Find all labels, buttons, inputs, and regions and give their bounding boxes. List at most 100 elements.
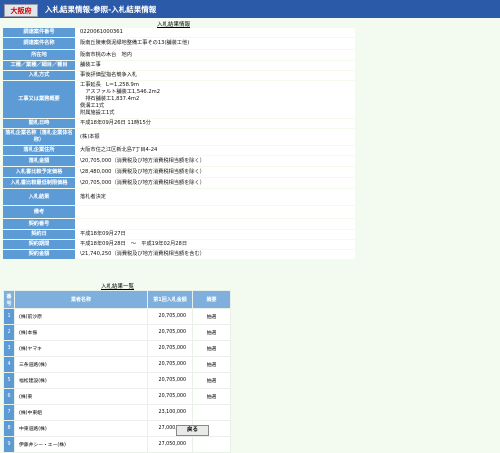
result-row: 4 三条道路(株) 20,705,000 抽選 xyxy=(3,356,231,373)
result-number: 1 xyxy=(3,308,15,325)
info-value: 舗装工事 xyxy=(75,61,355,71)
info-row: 所在地 阪南市桃の木台 地内 xyxy=(3,50,355,61)
info-row: 工種／業種／細目／種目 舗装工事 xyxy=(3,61,355,71)
info-row: 契約日 平成18年09月27日 xyxy=(3,230,355,240)
result-summary: 抽選 xyxy=(192,372,231,389)
result-number: 4 xyxy=(3,356,15,373)
info-row: 工事又は業務概要 工事延長 L＝1,258.9m アスファルト舗装工1,546.2… xyxy=(3,81,355,119)
info-label: 工種／業種／細目／種目 xyxy=(3,61,75,71)
result-bid-amount: 20,705,000 xyxy=(147,388,193,405)
info-value xyxy=(75,219,355,230)
info-label: 契約日 xyxy=(3,230,75,240)
result-summary xyxy=(192,404,231,421)
info-value: 阪南丘陵東側泥緑地整備工事その13(舗装工他) xyxy=(75,38,355,50)
info-row: 落札企業住所 大阪市住之江区新北島7丁目4-24 xyxy=(3,146,355,156)
info-value: 事後評価型指名競争入札 xyxy=(75,71,355,81)
info-row: 入札書比較最低制限価格 \20,705,000（消費税及び地方消費税相当額を除く） xyxy=(3,178,355,189)
info-value: (株)本振 xyxy=(75,129,355,146)
info-value: 0220061000361 xyxy=(75,28,355,38)
result-company-name: (株)ヤマキ xyxy=(14,340,148,357)
info-value: 平成18年09月27日 xyxy=(75,230,355,240)
result-row: 3 (株)ヤマキ 20,705,000 抽選 xyxy=(3,340,231,357)
result-company-name: (株)前沙原 xyxy=(14,308,148,325)
info-row: 落札企業名称（落札企業体名称） (株)本振 xyxy=(3,129,355,146)
result-company-name: (株)中東組 xyxy=(14,404,148,421)
result-number: 9 xyxy=(3,436,15,453)
info-label: 落札企業住所 xyxy=(3,146,75,156)
info-value: 大阪市住之江区新北島7丁目4-24 xyxy=(75,146,355,156)
result-summary: 抽選 xyxy=(192,324,231,341)
result-company-name: (株)本振 xyxy=(14,324,148,341)
info-value: 工事延長 L＝1,258.9m アスファルト舗装工1,546.2m2 排石舗装工… xyxy=(75,81,355,119)
info-row: 落札金額 \20,705,000（消費税及び地方消費税相当額を除く） xyxy=(3,156,355,167)
result-summary: 抽選 xyxy=(192,388,231,405)
info-value: \20,705,000（消費税及び地方消費税相当額を除く） xyxy=(75,178,355,189)
info-row: 入札方式 事後評価型指名競争入札 xyxy=(3,71,355,81)
result-row: 2 (株)本振 20,705,000 抽選 xyxy=(3,324,231,341)
result-summary: 抽選 xyxy=(192,340,231,357)
info-label: 工事又は業務概要 xyxy=(3,81,75,119)
info-value: \28,480,000（消費税及び地方消費税相当額を除く） xyxy=(75,167,355,178)
info-value: 平成18年09月26日 11時15分 xyxy=(75,119,355,129)
info-label: 入札書比較予定価格 xyxy=(3,167,75,178)
info-label: 調達案件名称 xyxy=(3,38,75,50)
result-company-name: 中東道路(株) xyxy=(14,420,148,437)
prefecture-badge: 大阪府 xyxy=(4,4,38,17)
info-row: 調達案件名称 阪南丘陵東側泥緑地整備工事その13(舗装工他) xyxy=(3,38,355,50)
info-label: 入札書比較最低制限価格 xyxy=(3,178,75,189)
info-label: 入札方式 xyxy=(3,71,75,81)
info-table: 調達案件番号 0220061000361 調達案件名称 阪南丘陵東側泥緑地整備工事その… xyxy=(3,27,355,260)
info-value: \20,705,000（消費税及び地方消費税相当額を除く） xyxy=(75,156,355,167)
info-value: 平成18年09月28日 ～ 平成19年02月28日 xyxy=(75,240,355,250)
info-label: 落札企業名称（落札企業体名称） xyxy=(3,129,75,146)
result-bid-amount: 23,100,000 xyxy=(147,404,193,421)
result-row: 1 (株)前沙原 20,705,000 抽選 xyxy=(3,308,231,325)
info-row: 契約番号 xyxy=(3,219,355,230)
info-label: 開札日時 xyxy=(3,119,75,129)
result-company-name: 三条道路(株) xyxy=(14,356,148,373)
result-summary: 抽選 xyxy=(192,356,231,373)
header-first-bid-amount: 第1回入札金額 xyxy=(147,290,193,309)
header-summary: 摘要 xyxy=(192,290,231,309)
result-number: 7 xyxy=(3,404,15,421)
info-row: 入札書比較予定価格 \28,480,000（消費税及び地方消費税相当額を除く） xyxy=(3,167,355,178)
result-number: 6 xyxy=(3,388,15,405)
result-row: 6 (株)東 20,705,000 抽選 xyxy=(3,388,231,405)
header-number: 番号 xyxy=(3,290,15,309)
info-row: 開札日時 平成18年09月26日 11時15分 xyxy=(3,119,355,129)
header-bar: 大阪府 入札結果情報-参照-入札結果情報 xyxy=(0,0,500,18)
info-value: \21,740,250（消費税及び地方消費税相当額を含む） xyxy=(75,250,355,260)
info-label: 落札金額 xyxy=(3,156,75,167)
result-summary xyxy=(192,436,231,453)
back-button[interactable]: 戻る xyxy=(176,425,209,436)
result-bid-amount: 20,705,000 xyxy=(147,340,193,357)
info-label: 契約金額 xyxy=(3,250,75,260)
results-section-title: 入札結果一覧 xyxy=(101,284,135,290)
info-label: 契約期間 xyxy=(3,240,75,250)
result-number: 3 xyxy=(3,340,15,357)
result-company-name: 福松建設(株) xyxy=(14,372,148,389)
result-company-name: 伊藤井シー・エー(株) xyxy=(14,436,148,453)
result-row: 9 伊藤井シー・エー(株) 27,050,000 xyxy=(3,436,231,453)
result-company-name: (株)東 xyxy=(14,388,148,405)
info-row: 備考 xyxy=(3,206,355,219)
info-label: 契約番号 xyxy=(3,219,75,230)
result-row: 7 (株)中東組 23,100,000 xyxy=(3,404,231,421)
result-number: 8 xyxy=(3,420,15,437)
result-bid-amount: 20,705,000 xyxy=(147,372,193,389)
result-number: 2 xyxy=(3,324,15,341)
info-row: 契約金額 \21,740,250（消費税及び地方消費税相当額を含む） xyxy=(3,250,355,260)
result-bid-amount: 27,050,000 xyxy=(147,436,193,453)
result-summary: 抽選 xyxy=(192,308,231,325)
header-company-name: 業者名称 xyxy=(14,290,148,309)
result-row: 5 福松建設(株) 20,705,000 抽選 xyxy=(3,372,231,389)
info-row: 入札結果 落札者決定 xyxy=(3,189,355,206)
info-row: 調達案件番号 0220061000361 xyxy=(3,28,355,38)
info-label: 調達案件番号 xyxy=(3,28,75,38)
result-number: 5 xyxy=(3,372,15,389)
info-row: 契約期間 平成18年09月28日 ～ 平成19年02月28日 xyxy=(3,240,355,250)
info-value: 落札者決定 xyxy=(75,189,355,206)
info-label: 入札結果 xyxy=(3,189,75,206)
result-bid-amount: 20,705,000 xyxy=(147,324,193,341)
result-bid-amount: 20,705,000 xyxy=(147,308,193,325)
